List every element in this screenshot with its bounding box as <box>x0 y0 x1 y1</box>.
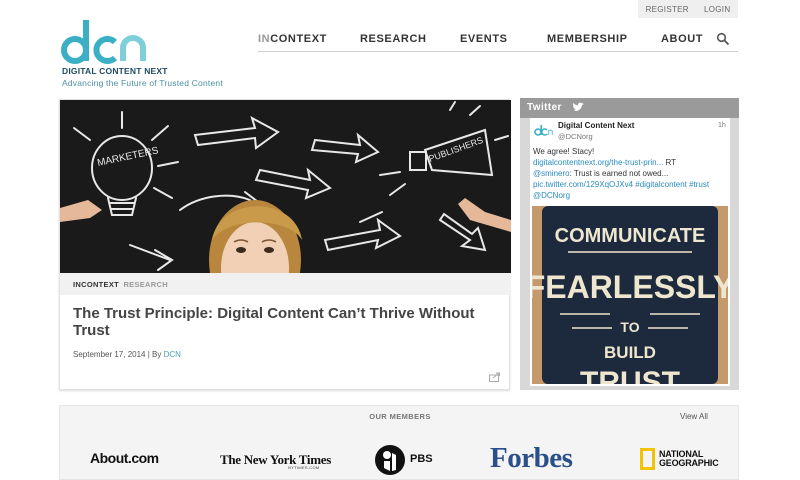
member-logo-national-geographic[interactable]: NATIONAL GEOGRAPHIC <box>659 450 719 468</box>
article-by: | By <box>145 350 164 359</box>
poster-line-1: COMMUNICATE <box>555 225 706 247</box>
main-nav: INCONTEXT RESEARCH EVENTS MEMBERSHIP ABO… <box>258 30 738 52</box>
nav-item-research[interactable]: RESEARCH <box>360 33 427 45</box>
tag-research[interactable]: RESEARCH <box>123 280 168 289</box>
national-geographic-frame-icon[interactable] <box>640 448 655 470</box>
poster-line-3: TO <box>620 319 639 335</box>
utility-bar: REGISTER LOGIN <box>638 0 738 18</box>
login-link[interactable]: LOGIN <box>704 5 730 14</box>
chalkboard-illustration: MARKETERS PUBLISHERS <box>60 100 511 273</box>
poster-line-4: BUILD <box>604 343 656 362</box>
tweet-mention-2[interactable]: @DCNorg <box>533 191 570 200</box>
feature-card[interactable]: MARKETERS PUBLISHERS INCONTEXT RESEARCH … <box>59 99 511 390</box>
article-date: September 17, 2014 <box>73 350 146 359</box>
nav-item-about[interactable]: ABOUT <box>661 33 703 45</box>
tweet-mention[interactable]: @sminero <box>533 169 570 178</box>
member-logo-about[interactable]: About.com <box>90 450 159 466</box>
page: REGISTER LOGIN DIGITAL CONTENT NEXT Adva… <box>0 0 800 480</box>
twitter-header: Twitter <box>520 98 739 118</box>
member-logo-forbes[interactable]: Forbes <box>490 442 573 475</box>
tweet-avatar[interactable] <box>533 123 553 137</box>
nav-item-prefix: IN <box>258 33 271 45</box>
tweet-text-3: : Trust is earned not owed... <box>569 169 669 178</box>
twitter-widget: Twitter Digital Content Next @DCNorg 1h … <box>520 98 739 390</box>
pbs-icon[interactable] <box>374 444 406 476</box>
search-icon[interactable] <box>716 32 730 46</box>
members-strip: OUR MEMBERS View All About.com The New Y… <box>59 405 739 480</box>
poster-line-5: TRUST <box>580 366 680 384</box>
view-all-link[interactable]: View All <box>680 412 708 421</box>
dcn-logo-icon <box>61 20 146 64</box>
author-link[interactable]: DCN <box>164 350 181 359</box>
twitter-header-label: Twitter <box>527 102 562 113</box>
site-logo[interactable]: DIGITAL CONTENT NEXT Advancing the Futur… <box>59 18 229 90</box>
nav-item-label: CONTEXT <box>270 33 327 45</box>
article-meta: September 17, 2014 | By DCN <box>73 350 181 359</box>
twitter-bird-icon <box>572 102 584 111</box>
register-link[interactable]: REGISTER <box>646 5 689 14</box>
member-logo-pbs[interactable]: PBS <box>410 453 433 465</box>
tweet-author-name[interactable]: Digital Content Next <box>558 121 634 130</box>
tag-incontext[interactable]: INCONTEXT <box>73 280 119 289</box>
ng-line-2: GEOGRAPHIC <box>659 458 719 468</box>
member-logo-nyt-sub: NYTIMES.COM <box>288 465 320 470</box>
logo-tagline: Advancing the Future of Trusted Content <box>62 78 223 88</box>
tweet-text-1: We agree! Stacy! <box>533 147 595 156</box>
article-title[interactable]: The Trust Principle: Digital Content Can… <box>73 305 493 339</box>
tweet-text: We agree! Stacy! digitalcontentnext.org/… <box>533 146 728 201</box>
nav-item-incontext[interactable]: INCONTEXT <box>258 33 327 45</box>
share-icon[interactable] <box>489 372 501 382</box>
logo-name: DIGITAL CONTENT NEXT <box>62 66 168 76</box>
tweet-link-1[interactable]: digitalcontentnext.org/the-trust-prin... <box>533 158 663 167</box>
hero-image[interactable]: MARKETERS PUBLISHERS <box>60 100 511 273</box>
tweet-image[interactable]: COMMUNICATE FEARLESSLY TO BUILD TRUST <box>532 206 728 384</box>
tweet-link-2[interactable]: pic.twitter.com/129XqOJXv4 <box>533 180 633 189</box>
members-title: OUR MEMBERS <box>369 412 431 421</box>
poster-line-2: FEARLESSLY <box>532 269 728 305</box>
card-tags: INCONTEXT RESEARCH <box>60 273 511 295</box>
poster-image: COMMUNICATE FEARLESSLY TO BUILD TRUST <box>532 206 728 384</box>
nav-item-events[interactable]: EVENTS <box>460 33 508 45</box>
tweet[interactable]: Digital Content Next @DCNorg 1h We agree… <box>530 118 730 386</box>
tweet-hashtags[interactable]: #digitalcontent #trust <box>633 180 709 189</box>
nav-item-membership[interactable]: MEMBERSHIP <box>547 33 628 45</box>
tweet-author-handle[interactable]: @DCNorg <box>558 132 593 141</box>
tweet-time[interactable]: 1h <box>718 122 726 129</box>
tweet-text-2: RT <box>663 158 677 167</box>
